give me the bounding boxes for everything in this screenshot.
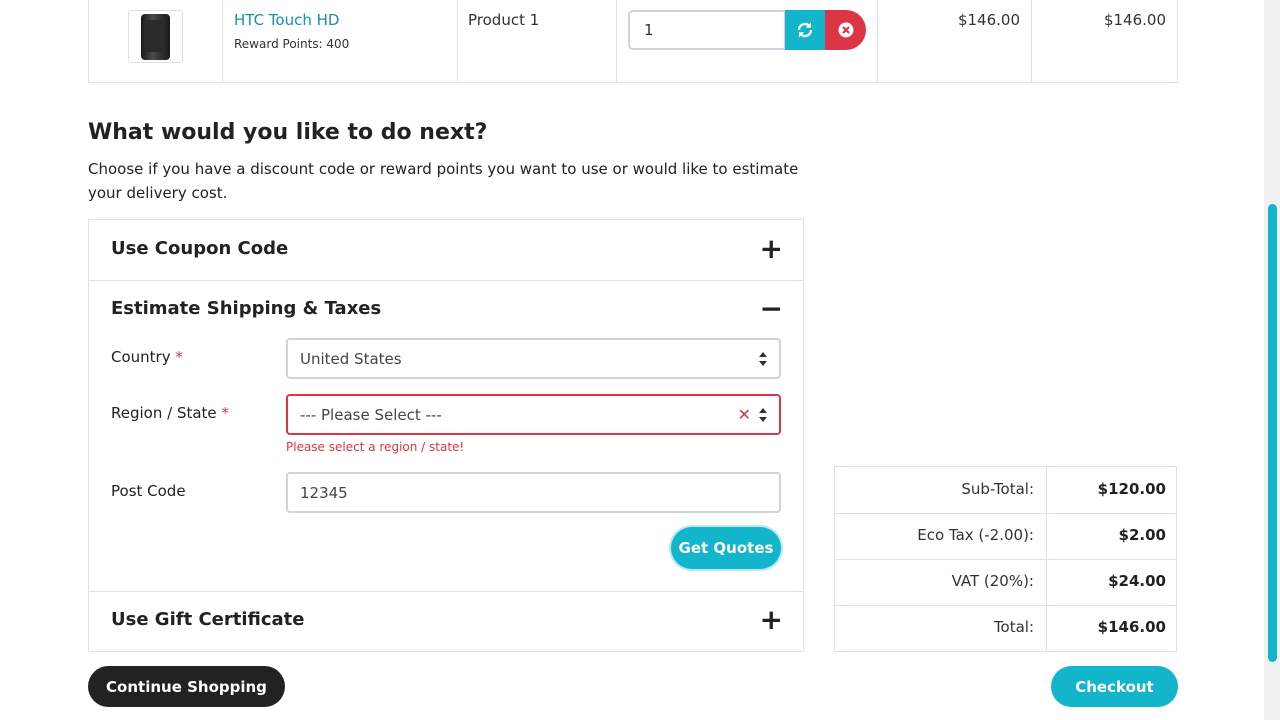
- get-quotes-button[interactable]: Get Quotes: [671, 527, 781, 569]
- subtotal-label: Sub-Total:: [961, 480, 1034, 498]
- gift-title: Use Gift Certificate: [111, 609, 305, 630]
- remove-circle-icon: [838, 22, 853, 38]
- checkout-button[interactable]: Checkout: [1051, 666, 1178, 707]
- phone-image: [141, 14, 170, 60]
- plus-icon: +: [759, 232, 783, 265]
- select-arrows-icon: [759, 408, 767, 422]
- unit-price: $146.00: [957, 11, 1020, 29]
- product-thumbnail[interactable]: [128, 10, 183, 63]
- scrollbar-thumb[interactable]: [1268, 204, 1277, 662]
- region-select[interactable]: --- Please Select --- ✕: [286, 394, 781, 435]
- region-label: Region / State *: [111, 404, 229, 422]
- country-select[interactable]: United States: [286, 338, 781, 379]
- refresh-icon: [797, 22, 813, 38]
- region-error: Please select a region / state!: [286, 440, 465, 454]
- next-description: Choose if you have a discount code or re…: [88, 160, 799, 202]
- country-label: Country *: [111, 348, 183, 366]
- vat-value: $24.00: [1108, 572, 1166, 590]
- product-model: Product 1: [468, 11, 540, 29]
- options-accordion: Use Coupon Code + Estimate Shipping & Ta…: [88, 219, 804, 652]
- remove-item-button[interactable]: [825, 10, 866, 50]
- line-total: $146.00: [1103, 11, 1166, 29]
- shipping-panel-header[interactable]: Estimate Shipping & Taxes −: [89, 281, 803, 337]
- update-quantity-button[interactable]: [785, 10, 825, 50]
- next-heading: What would you like to do next?: [88, 120, 488, 145]
- coupon-title: Use Coupon Code: [111, 238, 289, 259]
- coupon-panel-header[interactable]: Use Coupon Code +: [89, 220, 803, 280]
- product-name-link[interactable]: HTC Touch HD: [234, 11, 339, 29]
- x-icon: ✕: [737, 405, 751, 424]
- plus-icon: +: [759, 603, 783, 636]
- postcode-label: Post Code: [111, 482, 186, 500]
- subtotal-value: $120.00: [1097, 480, 1166, 498]
- ecotax-value: $2.00: [1118, 526, 1166, 544]
- continue-shopping-button[interactable]: Continue Shopping: [88, 666, 285, 707]
- total-value: $146.00: [1097, 618, 1166, 636]
- minus-icon: −: [759, 292, 783, 325]
- vat-label: VAT (20%):: [951, 572, 1034, 590]
- country-value: United States: [300, 349, 402, 368]
- region-value: --- Please Select ---: [300, 405, 442, 424]
- postcode-input[interactable]: 12345: [286, 472, 781, 513]
- quantity-input[interactable]: 1: [628, 10, 786, 50]
- total-label: Total:: [993, 618, 1034, 636]
- gift-panel-header[interactable]: Use Gift Certificate +: [89, 592, 803, 652]
- shipping-title: Estimate Shipping & Taxes: [111, 298, 382, 319]
- ecotax-label: Eco Tax (-2.00):: [917, 526, 1034, 544]
- reward-points: Reward Points: 400: [234, 37, 350, 51]
- totals-table: Sub-Total: $120.00 Eco Tax (-2.00): $2.0…: [834, 466, 1177, 652]
- select-arrows-icon: [759, 352, 767, 366]
